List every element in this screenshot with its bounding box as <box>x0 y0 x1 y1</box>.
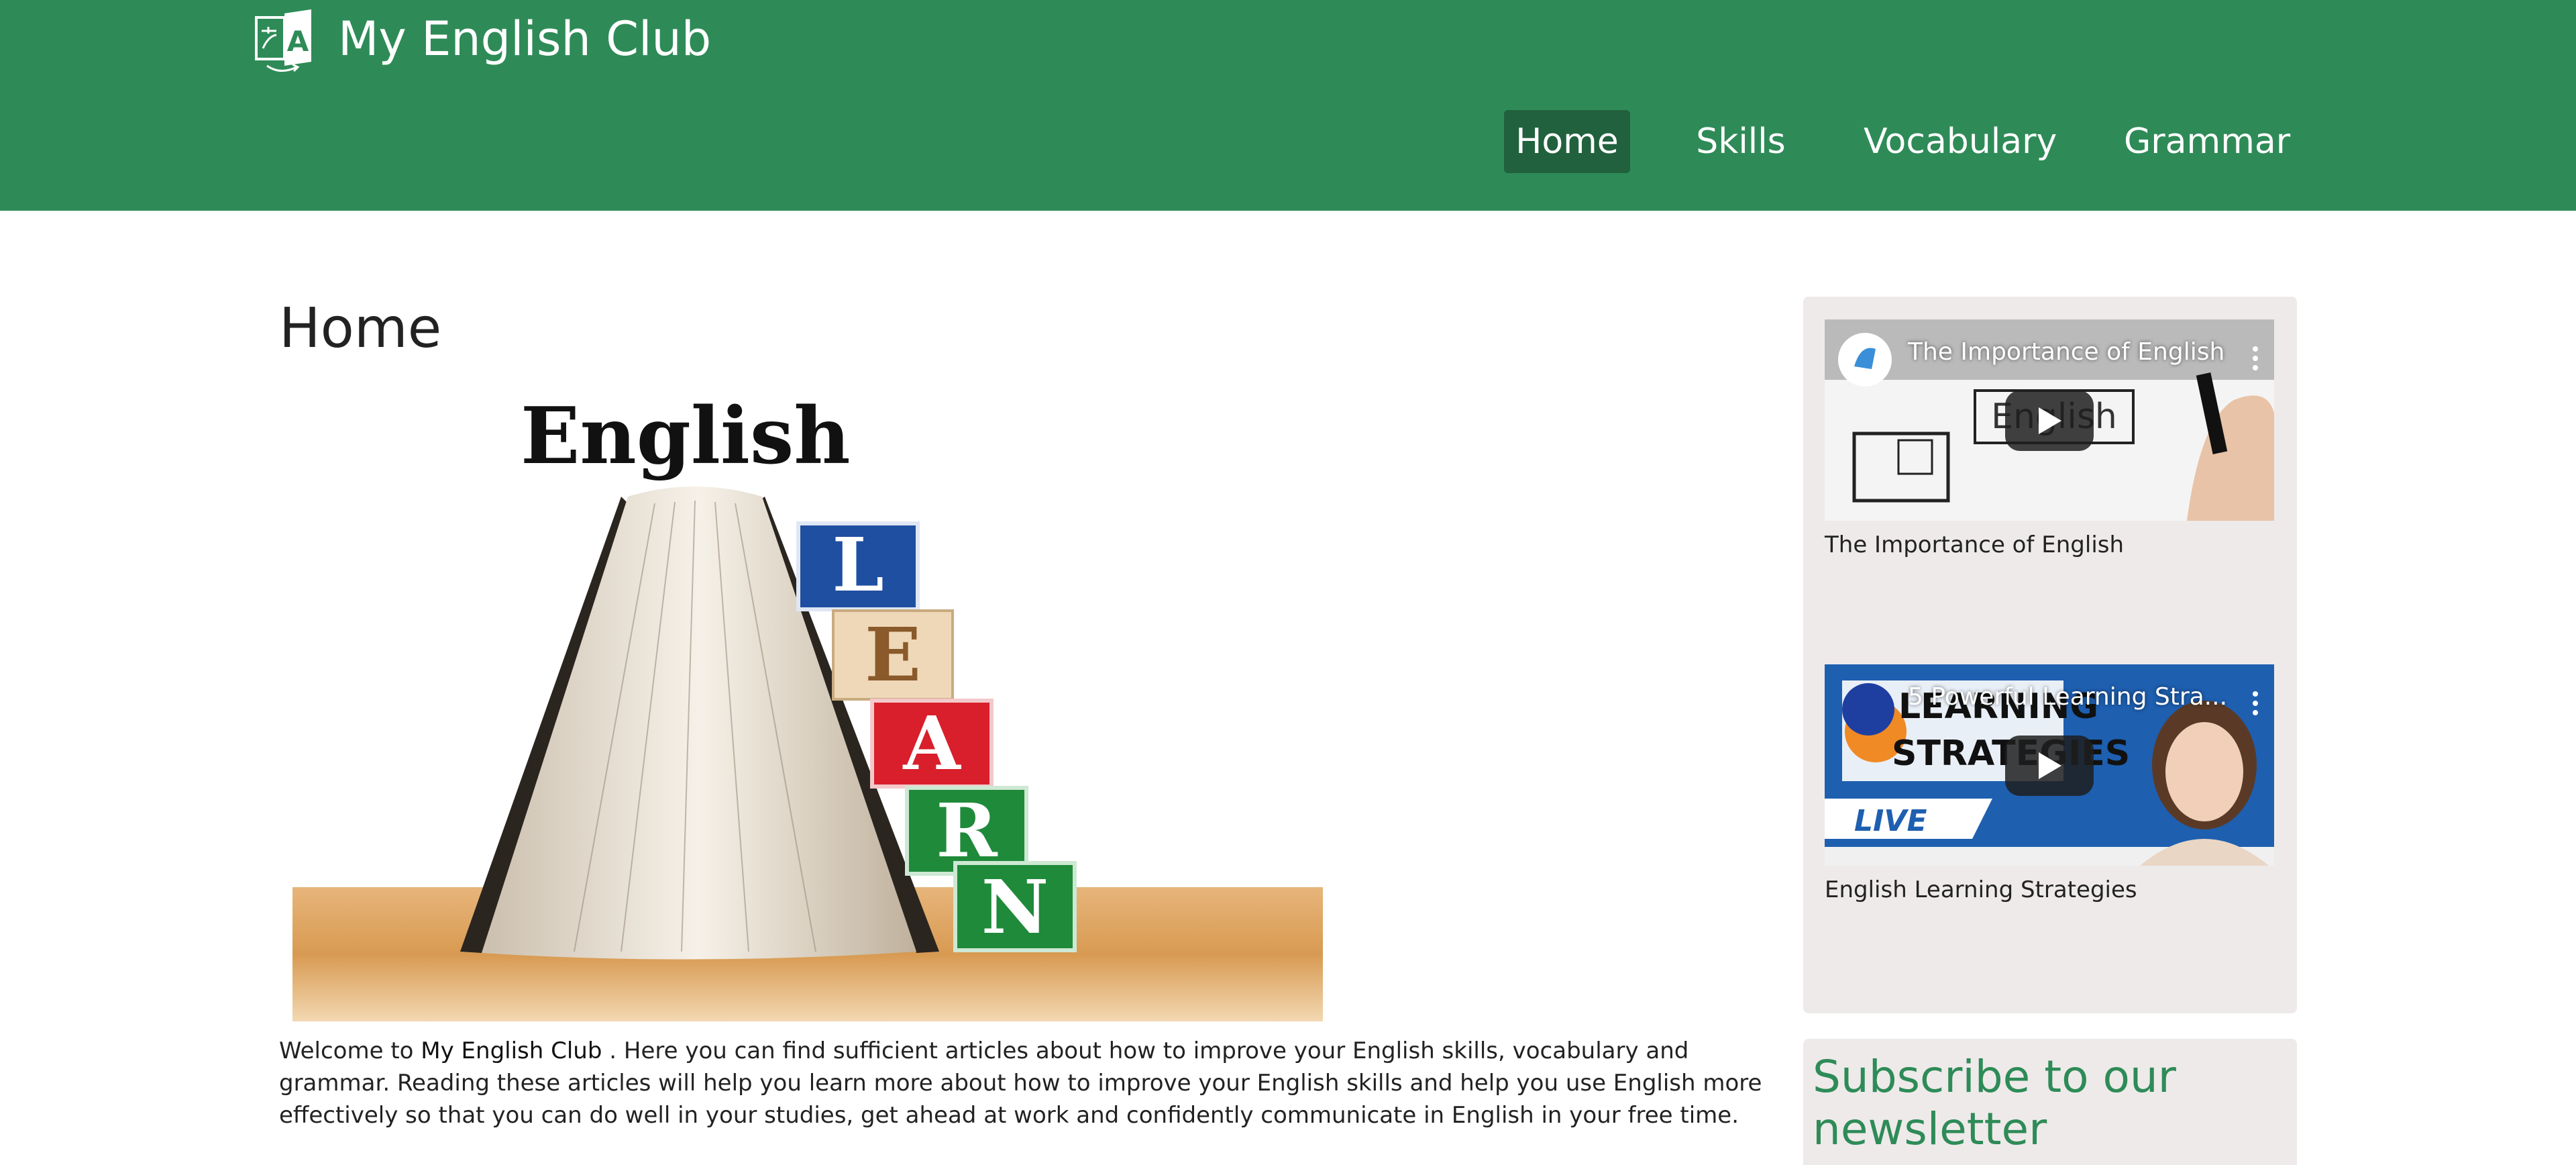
welcome-paragraph: Welcome to My English Club . Here you ca… <box>279 1035 1768 1131</box>
video-sidebar: English The Importance of English The Im… <box>1803 297 2297 1013</box>
svg-text:R: R <box>936 787 998 874</box>
more-vertical-icon[interactable] <box>2251 691 2259 718</box>
subscribe-title: Subscribe to our newsletter <box>1813 1051 2176 1155</box>
hero-word: English <box>521 396 851 482</box>
video-overlay-title[interactable]: 5 Powerful Learning Stra... <box>1908 683 2227 711</box>
translate-logo-icon[interactable]: A <box>255 8 314 75</box>
welcome-prefix: Welcome to <box>279 1037 421 1064</box>
svg-text:A: A <box>287 25 309 58</box>
svg-text:LIVE: LIVE <box>1854 804 1927 838</box>
play-icon[interactable] <box>2005 736 2094 796</box>
nav-grammar[interactable]: Grammar <box>2124 110 2290 173</box>
svg-text:N: N <box>981 864 1049 950</box>
nav-home[interactable]: Home <box>1504 110 1630 173</box>
svg-text:L: L <box>832 521 883 608</box>
club-name: My English Club <box>421 1037 602 1064</box>
channel-avatar[interactable] <box>1842 683 1894 736</box>
svg-text:E: E <box>865 611 921 698</box>
site-title[interactable]: My English Club <box>338 5 711 72</box>
video-overlay-title[interactable]: The Importance of English <box>1908 338 2224 366</box>
newsletter-card: Subscribe to our newsletter <box>1803 1039 2297 1165</box>
video-caption[interactable]: English Learning Strategies <box>1825 876 2137 903</box>
page-title: Home <box>279 297 442 360</box>
more-vertical-icon[interactable] <box>2251 346 2259 373</box>
hero-image: English L E A R N <box>292 396 1323 1021</box>
video-importance-of-english[interactable]: English The Importance of English <box>1825 319 2274 521</box>
main-nav: Home Skills Vocabulary Grammar <box>0 110 2576 174</box>
video-learning-strategies[interactable]: LEARNING STRATEGIES LIVE 5 Powerful Lear… <box>1825 664 2274 866</box>
nav-vocabulary[interactable]: Vocabulary <box>1864 110 2057 173</box>
video-caption[interactable]: The Importance of English <box>1825 531 2124 558</box>
play-icon[interactable] <box>2005 391 2094 451</box>
site-header: A My English Club Home Skills Vocabulary… <box>0 0 2576 211</box>
nav-skills[interactable]: Skills <box>1692 110 1790 173</box>
svg-text:A: A <box>902 700 961 787</box>
